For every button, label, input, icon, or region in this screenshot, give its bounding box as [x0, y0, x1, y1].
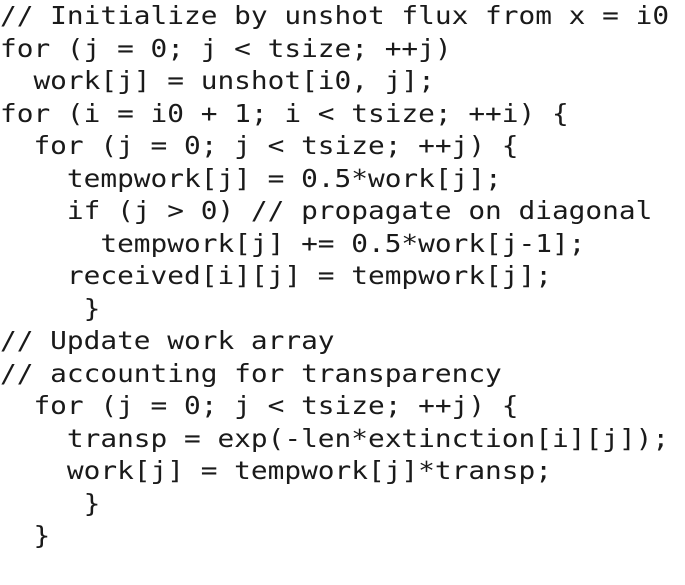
code-listing: // Initialize by unshot flux from x = i0… [0, 0, 685, 585]
code-line: work[j] = unshot[i0, j]; [0, 66, 435, 95]
code-line: } [0, 293, 101, 323]
code-line: // accounting for transparency [0, 358, 502, 388]
code-line: } [0, 488, 101, 518]
code-line: tempwork[j] = 0.5*work[j]; [0, 163, 502, 193]
code-line: if (j > 0) // propagate on diagonal [0, 196, 653, 225]
code-line: transp = exp(-len*extinction[i][j]); [0, 423, 670, 453]
code-line: received[i][j] = tempwork[j]; [0, 261, 552, 290]
code-line: // Initialize by unshot flux from x = i0 [0, 1, 670, 30]
code-line: for (j = 0; j < tsize; ++j) { [0, 131, 519, 160]
code-line: for (j = 0; j < tsize; ++j) { [0, 391, 519, 420]
code-line: for (i = i0 + 1; i < tsize; ++i) { [0, 98, 569, 128]
code-line: work[j] = tempwork[j]*transp; [0, 456, 552, 485]
code-line: // Update work array [0, 326, 335, 355]
code-line: } [0, 521, 51, 550]
code-line: tempwork[j] += 0.5*work[j-1]; [0, 228, 586, 258]
code-line: for (j = 0; j < tsize; ++j) [0, 33, 452, 63]
